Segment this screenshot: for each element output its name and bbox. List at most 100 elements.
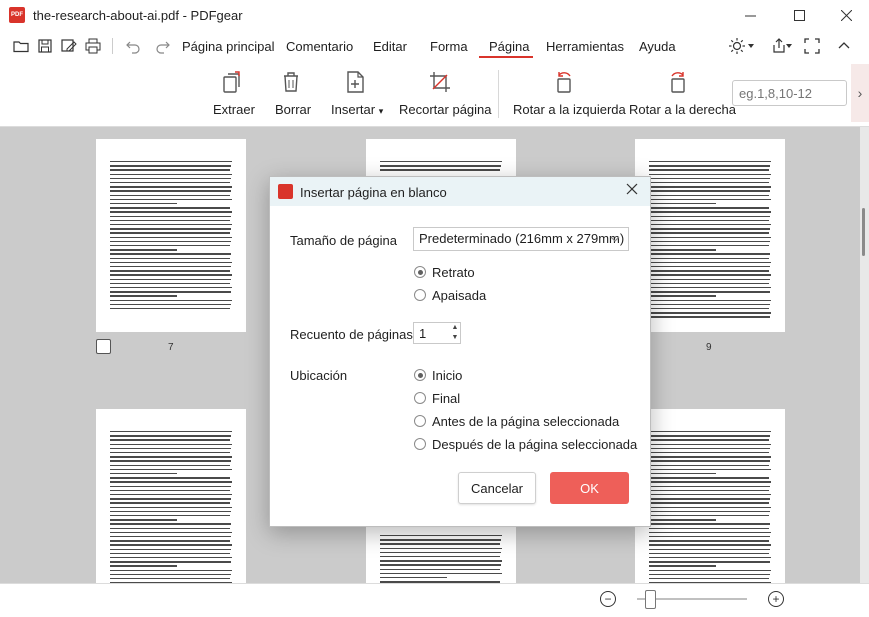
menu-herramientas[interactable]: Herramientas <box>546 39 624 54</box>
text-line <box>110 169 230 171</box>
text-line <box>380 551 501 554</box>
menu-editar[interactable]: Editar <box>373 39 407 54</box>
page-thumbnail-9[interactable] <box>635 139 785 332</box>
save-as-icon[interactable] <box>60 37 78 55</box>
page-thumbnail-11[interactable] <box>366 525 516 583</box>
location-before-label: Antes de la página seleccionada <box>432 414 620 429</box>
collapse-ribbon-icon[interactable] <box>835 37 853 55</box>
text-line <box>110 282 230 285</box>
page-thumbnail-10[interactable] <box>96 409 246 583</box>
rotate-left-icon[interactable] <box>552 70 576 94</box>
extract-button[interactable]: Extraer <box>213 102 255 117</box>
rotate-right-icon[interactable] <box>666 70 690 94</box>
close-window-button[interactable] <box>823 0 869 31</box>
insert-button[interactable]: Insertar ▾ <box>331 102 383 117</box>
crop-icon[interactable] <box>428 70 452 94</box>
text-line <box>649 190 770 192</box>
text-line <box>110 536 231 538</box>
location-before-radio[interactable] <box>414 415 426 427</box>
text-line <box>649 182 769 184</box>
text-line <box>380 535 502 537</box>
location-after-radio[interactable] <box>414 438 426 450</box>
text-line <box>649 515 769 517</box>
maximize-button[interactable] <box>776 0 822 31</box>
page-thumbnail-7[interactable] <box>96 139 246 332</box>
insert-page-icon[interactable] <box>343 70 367 94</box>
menu-pagina-principal[interactable]: Página principal <box>182 39 275 54</box>
menu-comentario[interactable]: Comentario <box>286 39 353 54</box>
text-line <box>110 573 231 576</box>
text-line <box>110 224 232 226</box>
print-icon[interactable] <box>84 37 102 55</box>
text-line <box>110 245 230 247</box>
menu-forma[interactable]: Forma <box>430 39 468 54</box>
extract-page-icon[interactable] <box>220 70 244 94</box>
open-folder-icon[interactable] <box>12 37 30 55</box>
text-line <box>110 548 231 550</box>
rotate-right-button[interactable]: Rotar a la derecha <box>629 102 736 117</box>
zoom-in-button[interactable]: + <box>768 591 784 607</box>
menu-pagina[interactable]: Página <box>489 39 529 54</box>
text-line <box>649 552 769 555</box>
text-line <box>110 186 232 188</box>
minimize-button[interactable] <box>727 0 773 31</box>
trash-icon[interactable] <box>279 70 303 94</box>
page-thumbnail-8[interactable] <box>366 139 516 179</box>
dialog-close-button[interactable] <box>626 183 638 199</box>
menu-ayuda[interactable]: Ayuda <box>639 39 676 54</box>
text-line <box>110 473 178 475</box>
stepper-up-icon[interactable]: ▲ <box>450 324 460 332</box>
text-line <box>649 261 771 264</box>
page-range-input[interactable] <box>732 80 847 106</box>
chevron-down-icon: ▾ <box>378 106 384 116</box>
redo-icon[interactable] <box>154 37 172 55</box>
text-line <box>380 556 500 558</box>
portrait-label: Retrato <box>432 265 475 280</box>
text-line <box>649 316 770 318</box>
undo-icon[interactable] <box>124 37 142 55</box>
text-line <box>110 565 178 567</box>
location-end-radio[interactable] <box>414 392 426 404</box>
text-line <box>110 468 232 471</box>
zoom-out-button[interactable]: − <box>600 591 616 607</box>
crop-page-button[interactable]: Recortar página <box>399 102 492 117</box>
cancel-button[interactable]: Cancelar <box>458 472 536 504</box>
text-line <box>110 236 232 238</box>
zoom-slider-thumb[interactable] <box>645 590 656 609</box>
ok-button[interactable]: OK <box>550 472 629 504</box>
text-line <box>110 481 232 483</box>
text-line <box>110 489 230 492</box>
rotate-left-button[interactable]: Rotar a la izquierda <box>513 102 626 117</box>
text-line <box>649 536 770 538</box>
text-line <box>110 557 232 559</box>
text-line <box>649 510 770 513</box>
ribbon-scroll-right[interactable]: › <box>851 64 869 122</box>
save-icon[interactable] <box>36 37 54 55</box>
text-line <box>649 245 769 247</box>
stepper-down-icon[interactable]: ▼ <box>450 334 460 342</box>
page-count-stepper[interactable]: 1 ▲ ▼ <box>413 322 461 344</box>
portrait-radio[interactable] <box>414 266 426 278</box>
theme-icon[interactable] <box>728 37 746 55</box>
vertical-scrollbar[interactable] <box>860 127 869 583</box>
page-thumbnail-12[interactable] <box>635 409 785 583</box>
text-line <box>110 190 231 192</box>
text-line <box>110 240 231 243</box>
maximize-icon <box>793 10 805 21</box>
text-line <box>110 477 230 479</box>
text-line <box>649 203 717 205</box>
text-line <box>110 502 230 504</box>
text-line <box>110 198 232 201</box>
delete-button[interactable]: Borrar <box>275 102 311 117</box>
fullscreen-icon[interactable] <box>803 37 821 55</box>
text-line <box>649 498 770 500</box>
scrollbar-thumb[interactable] <box>862 208 865 256</box>
text-line <box>110 506 232 508</box>
location-start-radio[interactable] <box>414 369 426 381</box>
text-line <box>110 207 230 209</box>
landscape-radio[interactable] <box>414 289 426 301</box>
text-line <box>649 257 769 259</box>
page-7-checkbox[interactable] <box>96 339 111 354</box>
text-line <box>649 561 770 563</box>
page-size-select[interactable]: Predeterminado (216mm x 279mm) <box>413 227 629 251</box>
